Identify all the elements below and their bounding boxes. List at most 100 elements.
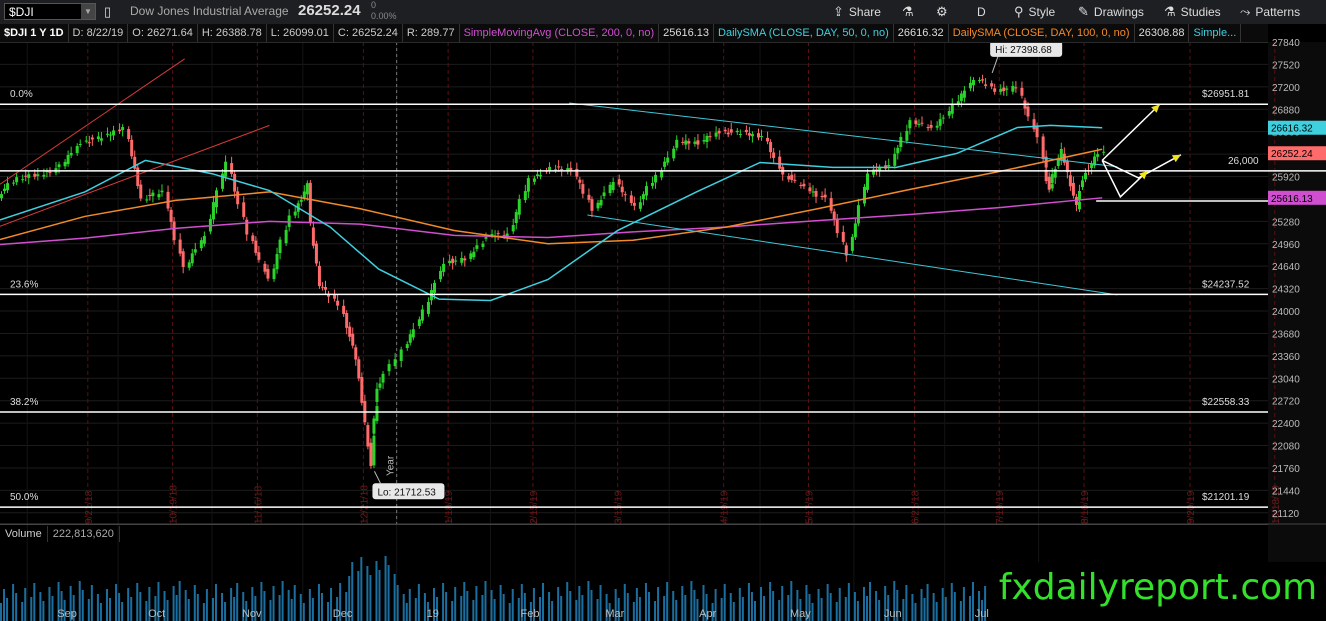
style-button[interactable]: ⚲ Style — [1014, 3, 1055, 21]
candle-body — [105, 133, 109, 135]
volume-bar — [566, 582, 569, 621]
candle-body — [472, 251, 476, 258]
volume-bar — [145, 601, 148, 621]
drawings-button[interactable]: ✎ Drawings — [1078, 3, 1144, 21]
candle-body — [702, 140, 706, 142]
y-axis-tick-label: 22400 — [1272, 419, 1300, 430]
info-symbol-period: $DJI 1 Y 1D — [0, 24, 69, 42]
volume-bar — [233, 597, 236, 621]
candle-body — [947, 111, 951, 116]
candle-body — [744, 129, 748, 133]
candle-body — [12, 182, 16, 184]
volume-bar — [463, 582, 466, 621]
candle-body — [853, 223, 857, 238]
candle-body — [151, 192, 155, 197]
volume-bar — [672, 591, 675, 621]
candle-body — [381, 373, 385, 383]
volume-bar — [738, 588, 741, 621]
candle-body — [181, 251, 185, 267]
volume-bar — [968, 596, 971, 621]
candle-body — [157, 194, 161, 198]
candle-body — [971, 79, 975, 86]
candle-body — [21, 179, 25, 181]
volume-bar — [953, 592, 956, 621]
y-axis-tick-label: 24320 — [1272, 285, 1300, 296]
candle-body — [887, 165, 891, 167]
volume-bar — [753, 601, 756, 621]
candle-body — [481, 243, 485, 247]
volume-bar — [962, 587, 965, 621]
volume-bar — [375, 561, 378, 621]
volume-bar — [511, 589, 514, 621]
studies-button[interactable]: ⚗ Studies — [1164, 3, 1221, 21]
candle-body — [672, 148, 676, 159]
candle-body — [760, 136, 764, 138]
volume-bar — [923, 598, 926, 621]
candle-body — [251, 235, 255, 242]
sma50-label[interactable]: DailySMA (CLOSE, DAY, 50, 0, no) — [714, 24, 894, 42]
candle-body — [357, 359, 361, 379]
candle-body — [850, 236, 854, 251]
candle-body — [654, 174, 658, 183]
volume-bar — [196, 594, 199, 621]
volume-bar — [442, 583, 445, 621]
candle-body — [496, 233, 500, 235]
candle-body — [950, 104, 954, 114]
volume-bar — [175, 595, 178, 621]
fib-price-label: $24237.52 — [1202, 279, 1250, 290]
volume-bar — [626, 593, 629, 621]
candle-body — [454, 260, 458, 262]
volume-bar — [484, 581, 487, 621]
candle-body — [920, 122, 924, 124]
interval-label: D — [977, 5, 986, 19]
volume-bar — [647, 592, 650, 621]
candle-body — [99, 138, 103, 141]
volume-bar — [557, 587, 560, 621]
candle-body — [896, 147, 900, 154]
volume-bar — [408, 589, 411, 621]
candle-body — [787, 175, 791, 180]
fib-price-label: $26951.81 — [1202, 89, 1250, 100]
symbol-input[interactable]: $DJI ▼ — [4, 3, 96, 20]
volume-bar — [499, 585, 502, 621]
y-axis-tick-label: 22080 — [1272, 442, 1300, 453]
candle-body — [814, 191, 818, 197]
patterns-button[interactable]: ⤳ Patterns — [1240, 3, 1300, 21]
volume-bar — [654, 601, 657, 621]
candle-body — [766, 137, 770, 142]
volume-bar — [723, 584, 726, 621]
candle-body — [118, 129, 122, 132]
volume-bar — [732, 602, 735, 621]
sma200-label[interactable]: SimpleMovingAvg (CLOSE, 200, 0, no) — [460, 24, 660, 42]
candle-body — [1026, 106, 1030, 117]
candle-body — [641, 194, 645, 200]
candle-body — [36, 174, 40, 176]
volume-bar — [311, 598, 314, 621]
share-button[interactable]: ⇪ Share — [833, 3, 881, 21]
sma100-label[interactable]: DailySMA (CLOSE, DAY, 100, 0, no) — [949, 24, 1135, 42]
volume-bar — [299, 594, 302, 621]
interval-button[interactable]: D — [977, 3, 986, 21]
candle-body — [538, 175, 542, 177]
studies-icon: ⚗ — [1164, 4, 1176, 19]
candle-body — [1071, 182, 1075, 196]
candle-body — [214, 190, 218, 208]
volume-bar — [402, 594, 405, 621]
candle-body — [608, 184, 612, 194]
candle-body — [15, 177, 19, 183]
more-studies-label[interactable]: Simple... — [1189, 24, 1242, 42]
candle-body — [469, 253, 473, 259]
candle-body — [190, 253, 194, 264]
volume-bar — [693, 590, 696, 621]
volume-bar — [42, 601, 45, 621]
symbol-lock-icon[interactable]: ▯ — [104, 3, 111, 21]
candle-body — [375, 388, 379, 402]
flask-button[interactable]: ⚗ — [902, 3, 914, 21]
symbol-dropdown-icon[interactable]: ▼ — [81, 4, 95, 19]
volume-bar — [12, 584, 15, 621]
candle-body — [793, 179, 797, 181]
volume-bar — [542, 583, 545, 621]
candle-body — [596, 202, 600, 209]
settings-button[interactable]: ⚙ — [936, 3, 948, 21]
volume-bar — [638, 597, 641, 621]
